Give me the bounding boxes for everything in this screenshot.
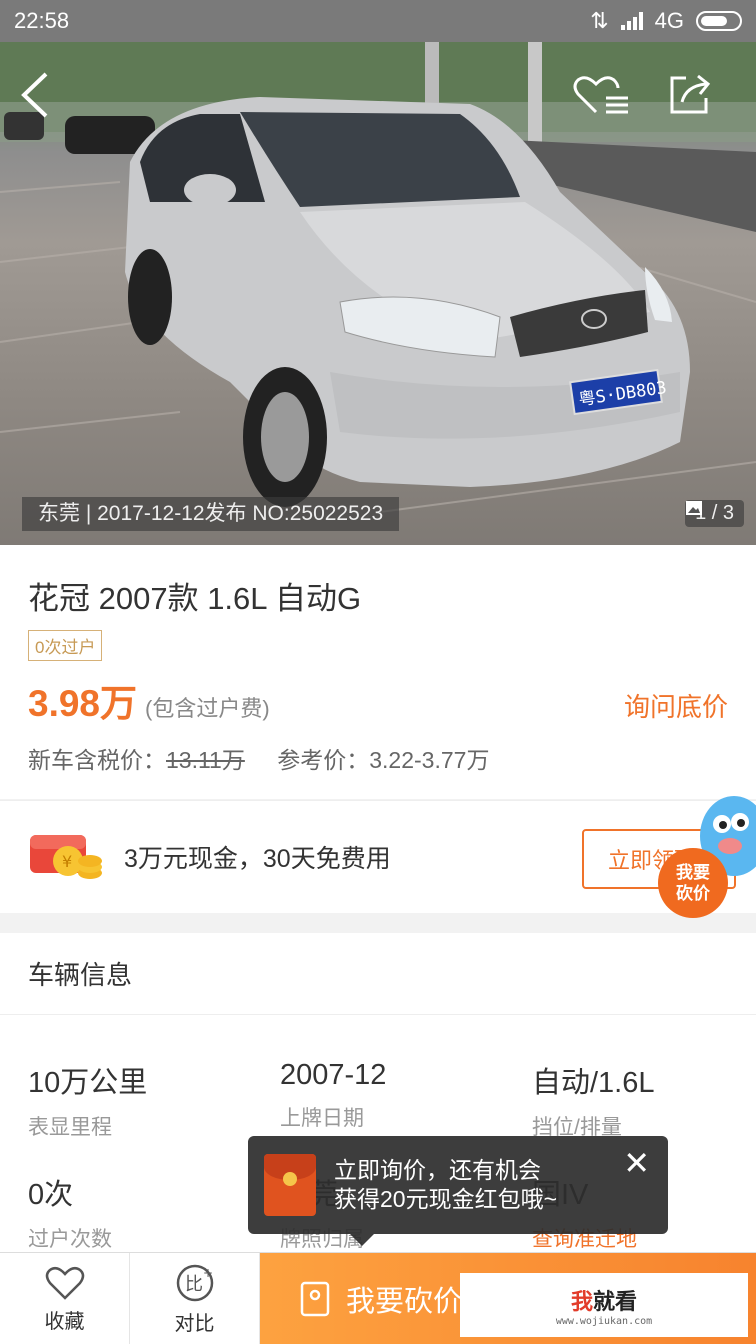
- bargain-badge-label: 我要砍价: [676, 863, 710, 903]
- watermark-logo: 我就看: [570, 1288, 638, 1314]
- bargain-button[interactable]: 我要砍价 我就看 www.wojiukan.com: [260, 1253, 756, 1344]
- info-cell-transmission: 自动/1.6L 挡位/排量: [532, 1059, 756, 1141]
- info-value: 10万公里: [28, 1067, 148, 1099]
- share-button[interactable]: [668, 72, 728, 132]
- info-label: 上牌日期: [280, 1107, 364, 1130]
- car-photo-illustration: 粤S·DB803: [0, 42, 756, 513]
- car-title: 花冠 2007款 1.6L 自动G: [28, 581, 362, 616]
- heart-icon: [45, 1266, 84, 1300]
- bargain-label: 我要砍价: [346, 1285, 463, 1318]
- compare-label: 对比: [174, 1312, 215, 1335]
- toast-line-1: 立即询价，还有机会: [334, 1157, 541, 1183]
- toast-close-icon[interactable]: ✕: [623, 1144, 650, 1182]
- status-icons: ⇅ 4G: [590, 8, 742, 34]
- info-label: 过户次数: [28, 1228, 112, 1251]
- finance-banner[interactable]: ¥ 3万元现金，30天免费用 立即领取: [0, 800, 756, 913]
- status-time: 22:58: [14, 8, 70, 33]
- ref-price-label: 参考价：: [277, 747, 370, 773]
- svg-text:¥: ¥: [62, 852, 72, 871]
- price-note: (包含过户费): [145, 696, 270, 721]
- signal-icon: [620, 12, 643, 30]
- status-bar: 22:58 ⇅ 4G: [0, 0, 756, 42]
- red-envelope-icon: [264, 1154, 316, 1216]
- transfer-count-tag: 0次过户: [28, 630, 103, 661]
- favorite-button[interactable]: 收藏: [0, 1253, 130, 1344]
- price-tag-icon: [300, 1281, 330, 1316]
- info-cell-transfers: 0次 过户次数: [28, 1171, 268, 1253]
- toast-text: 立即询价，还有机会 获得20元现金红包哦~: [334, 1156, 557, 1214]
- photo-counter[interactable]: 1 / 3: [685, 500, 744, 527]
- info-label: 表显里程: [28, 1116, 112, 1139]
- toast-line-2: 获得20元现金红包哦~: [334, 1186, 558, 1212]
- ask-lowest-price-link[interactable]: 询问底价: [624, 687, 728, 724]
- ref-price-value: 3.22-3.77万: [369, 747, 490, 773]
- finance-text: 3万元现金，30天免费用: [124, 845, 391, 873]
- red-envelope-coins-icon: ¥: [30, 835, 102, 879]
- bargain-badge[interactable]: 我要砍价: [658, 848, 728, 918]
- info-value: 2007-12: [280, 1059, 387, 1091]
- bottom-action-bar: 收藏 比 + 对比 我要砍价 我就看 www.wojiukan.com: [0, 1252, 756, 1344]
- info-cell-reg-date: 2007-12 上牌日期: [280, 1059, 520, 1132]
- inquiry-promo-toast[interactable]: 立即询价，还有机会 获得20元现金红包哦~ ✕: [248, 1136, 668, 1246]
- back-button[interactable]: [20, 72, 80, 132]
- car-photo[interactable]: 粤S·DB803 东莞 | 2017-12-12发布 NO:25022523 1…: [0, 42, 756, 545]
- new-price-label: 新车含税价：: [28, 747, 166, 773]
- compare-icon: 比+: [176, 1264, 213, 1301]
- new-price-value: 13.11万: [166, 747, 245, 773]
- compare-button[interactable]: 比 + 对比: [130, 1253, 260, 1344]
- vehicle-info-header: 车辆信息: [0, 933, 756, 1015]
- info-value: 自动/1.6L: [532, 1067, 655, 1099]
- listing-summary: 花冠 2007款 1.6L 自动G 0次过户 3.98万 (包含过户费) 询问底…: [0, 545, 756, 799]
- network-type: 4G: [654, 8, 684, 33]
- svg-text:比: 比: [185, 1274, 203, 1295]
- favorite-list-button[interactable]: [572, 72, 632, 132]
- favorite-label: 收藏: [44, 1310, 85, 1333]
- listing-caption: 东莞 | 2017-12-12发布 NO:25022523: [22, 497, 400, 531]
- data-transfer-icon: ⇅: [590, 8, 609, 33]
- info-value: 0次: [28, 1179, 74, 1211]
- toast-pointer: [350, 1234, 374, 1246]
- back-arrow-icon: [21, 72, 48, 118]
- reference-price-row: 新车含税价：13.11万 参考价：3.22-3.77万: [28, 741, 728, 775]
- image-icon: [686, 501, 703, 515]
- battery-icon: [696, 11, 742, 31]
- watermark-url: www.wojiukan.com: [555, 1315, 653, 1327]
- info-cell-mileage: 10万公里 表显里程: [28, 1059, 268, 1141]
- heart-list-icon: [573, 76, 628, 114]
- site-watermark: 我就看 www.wojiukan.com: [460, 1273, 748, 1337]
- share-icon: [670, 74, 711, 114]
- price: 3.98万: [28, 683, 138, 724]
- svg-text:+: +: [203, 1266, 213, 1280]
